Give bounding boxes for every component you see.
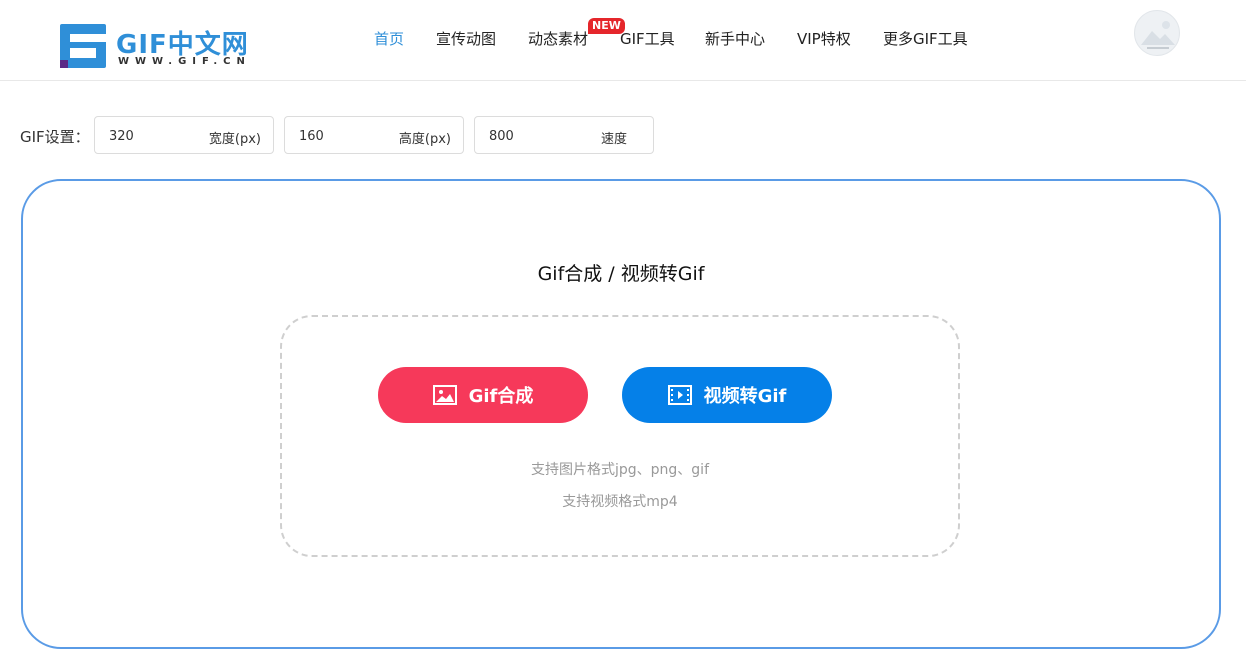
nav-item-more-gif-tools[interactable]: 更多GIF工具 <box>883 28 968 49</box>
site-logo[interactable]: GIF中文网 WWW.GIF.CN <box>60 22 260 72</box>
height-setting: 高度(px) <box>284 116 464 154</box>
nav-item-promo-gifs[interactable]: 宣传动图 <box>436 28 496 49</box>
avatar-placeholder-icon <box>1141 21 1175 49</box>
image-icon <box>432 385 457 405</box>
converter-card: Gif合成 / 视频转Gif Gif合成 视频转Gif 支持图片格式jpg、pn… <box>21 179 1221 649</box>
video-format-hint: 支持视频格式mp4 <box>562 494 678 510</box>
width-setting: 宽度(px) <box>94 116 274 154</box>
height-unit-label: 高度(px) <box>398 132 451 147</box>
gif-compose-button[interactable]: Gif合成 <box>378 367 588 423</box>
nav-item-home[interactable]: 首页 <box>374 28 404 49</box>
width-unit-label: 宽度(px) <box>208 132 261 147</box>
nav-item-vip[interactable]: VIP特权 <box>797 28 851 49</box>
converter-title: Gif合成 / 视频转Gif <box>537 263 705 285</box>
new-badge: NEW <box>588 18 625 34</box>
nav-item-dynamic-materials[interactable]: 动态素材 <box>528 28 588 49</box>
logo-mark-icon <box>60 24 106 68</box>
speed-setting: 速度 <box>474 116 654 154</box>
height-input[interactable] <box>299 126 389 146</box>
image-format-hint: 支持图片格式jpg、png、gif <box>530 462 709 478</box>
width-input[interactable] <box>109 126 199 146</box>
video-to-gif-button[interactable]: 视频转Gif <box>622 367 832 423</box>
user-avatar[interactable] <box>1134 10 1180 56</box>
settings-label: GIF设置： <box>20 128 90 146</box>
video-to-gif-label: 视频转Gif <box>703 386 787 407</box>
site-header: GIF中文网 WWW.GIF.CN 首页 宣传动图 动态素材 GIF工具 新手中… <box>0 0 1246 81</box>
upload-drop-zone[interactable]: Gif合成 视频转Gif 支持图片格式jpg、png、gif 支持视频格式mp4 <box>280 315 960 557</box>
speed-input[interactable] <box>489 126 579 146</box>
nav-item-beginner-center[interactable]: 新手中心 <box>705 28 765 49</box>
logo-subtitle: WWW.GIF.CN <box>118 56 251 67</box>
gif-compose-label: Gif合成 <box>468 386 534 407</box>
nav-item-gif-tools[interactable]: GIF工具 <box>620 28 675 49</box>
speed-unit-label: 速度 <box>600 132 627 147</box>
film-icon <box>667 385 692 405</box>
